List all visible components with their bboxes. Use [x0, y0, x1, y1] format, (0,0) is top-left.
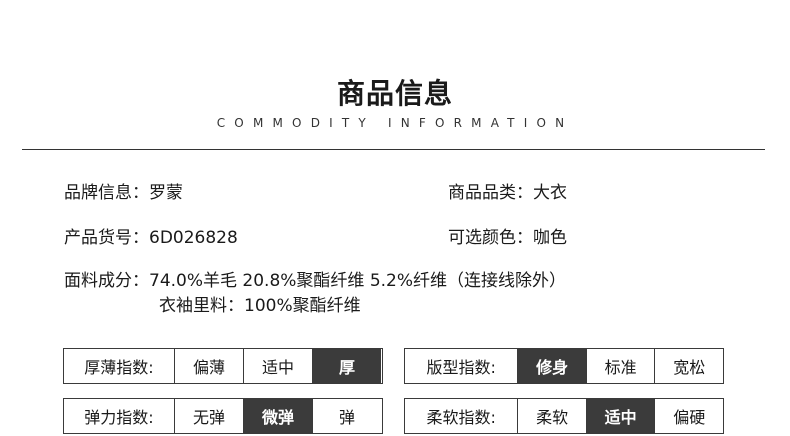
color-label: 可选颜色： [448, 228, 533, 248]
brand-info: 品牌信息：罗蒙 [64, 178, 183, 203]
index-option[interactable]: 偏硬 [654, 399, 723, 433]
fabric-value: 74.0%羊毛 20.8%聚酯纤维 5.2%纤维（连接线除外） [149, 271, 567, 291]
page-title: 商品信息 [336, 77, 453, 110]
fabric-info: 面料成分：74.0%羊毛 20.8%聚酯纤维 5.2%纤维（连接线除外） [64, 266, 566, 291]
index-option[interactable]: 无弹 [174, 399, 243, 433]
brand-label: 品牌信息： [64, 183, 149, 203]
index-option[interactable]: 标准 [585, 349, 655, 383]
index-option[interactable]: 弹 [312, 399, 381, 433]
index-option[interactable]: 柔软 [517, 399, 586, 433]
softness-index: 柔软指数: 柔软 适中 偏硬 [404, 398, 724, 434]
category-info: 商品品类：大衣 [448, 178, 567, 203]
elasticity-index: 弹力指数: 无弹 微弹 弹 [63, 398, 383, 434]
category-label: 商品品类： [448, 183, 533, 203]
fit-index-label: 版型指数: [426, 358, 496, 377]
thickness-index: 厚薄指数: 偏薄 适中 厚 [63, 348, 383, 384]
fit-index: 版型指数: 修身 标准 宽松 [404, 348, 724, 384]
index-option[interactable]: 适中 [585, 399, 655, 433]
category-value: 大衣 [533, 183, 567, 203]
item-number-value: 6D026828 [149, 228, 238, 248]
color-value: 咖色 [533, 228, 567, 248]
index-option[interactable]: 微弹 [243, 399, 312, 433]
softness-index-label: 柔软指数: [426, 408, 496, 427]
index-option[interactable]: 厚 [312, 349, 381, 383]
index-option[interactable]: 适中 [243, 349, 312, 383]
page-subtitle: COMMODITY INFORMATION [216, 116, 574, 130]
lining-info: 衣袖里料：100%聚酯纤维 [159, 296, 361, 316]
index-option[interactable]: 宽松 [654, 349, 723, 383]
fabric-label: 面料成分： [64, 271, 149, 291]
item-number-label: 产品货号： [64, 228, 149, 248]
elasticity-index-label: 弹力指数: [84, 408, 154, 427]
thickness-index-label: 厚薄指数: [84, 358, 154, 377]
item-number-info: 产品货号：6D026828 [64, 223, 238, 248]
index-option[interactable]: 修身 [517, 349, 586, 383]
index-option[interactable]: 偏薄 [174, 349, 243, 383]
brand-value: 罗蒙 [149, 183, 183, 203]
color-info: 可选颜色：咖色 [448, 223, 567, 248]
divider [22, 149, 765, 150]
